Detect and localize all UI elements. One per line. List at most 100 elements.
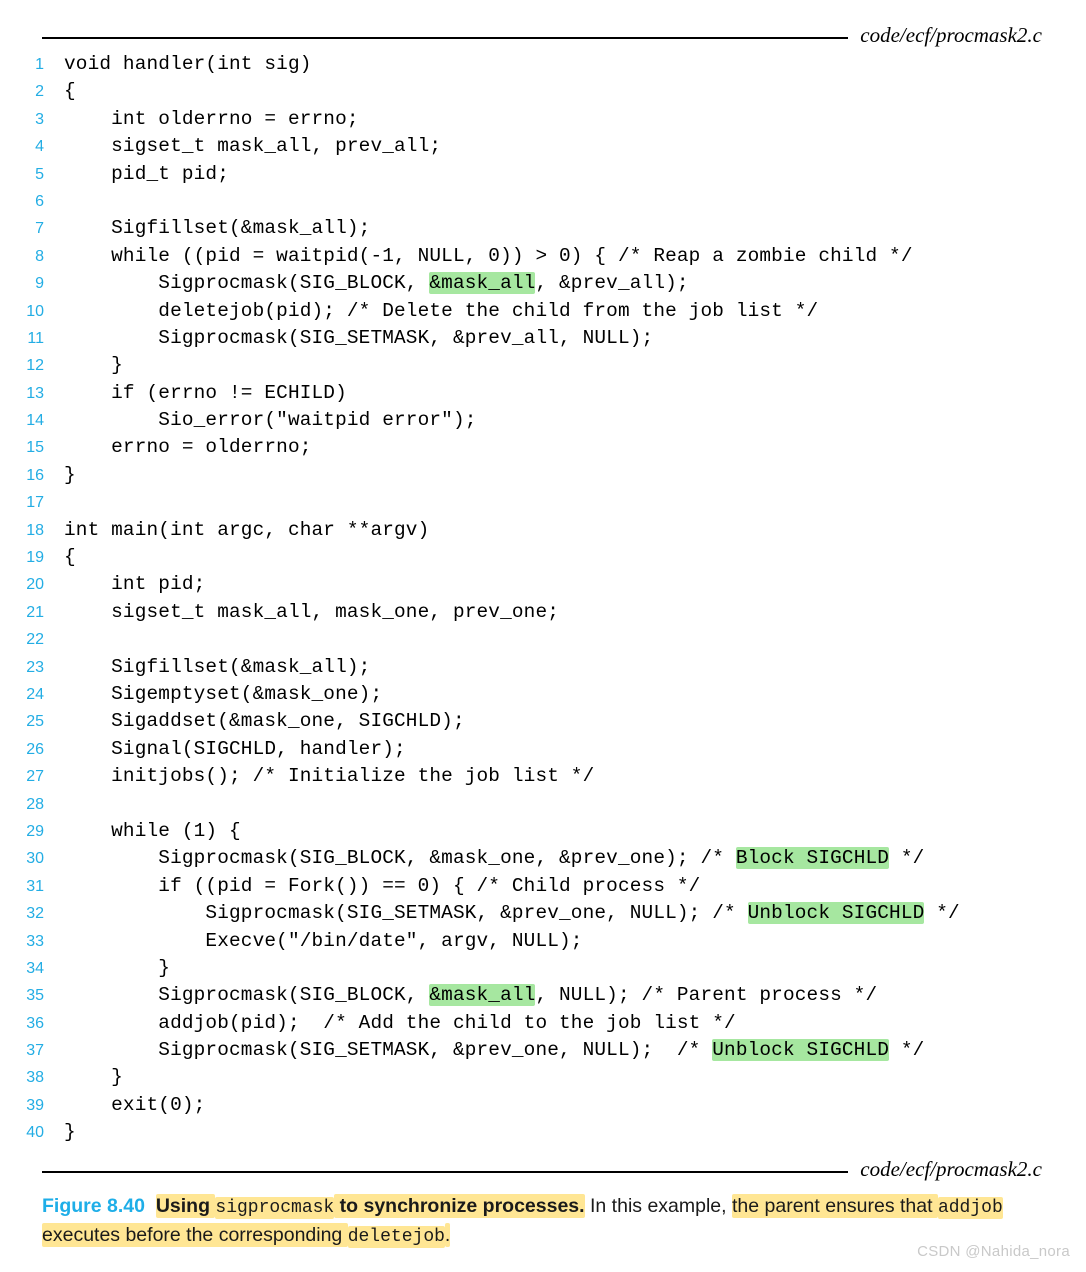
code-line-number: 30	[26, 850, 44, 868]
code-text: }	[64, 354, 123, 377]
code-line: 9 Sigprocmask(SIG_BLOCK, &mask_all, &pre…	[0, 270, 1086, 297]
code-text: }	[64, 956, 171, 979]
code-listing: 1 void handler(int sig) 2 {3 int olderrno =…	[0, 51, 1086, 1147]
code-line: 13 if (errno != ECHILD)	[0, 380, 1086, 407]
code-line: 12 }	[0, 352, 1086, 379]
code-line: 1 void handler(int sig)	[0, 51, 1086, 78]
code-line-number: 9	[35, 275, 44, 293]
code-line: 16}	[0, 462, 1086, 489]
code-text: Sigprocmask(SIG_BLOCK,	[64, 984, 430, 1007]
code-text: while (1) {	[64, 819, 241, 842]
code-line-number: 29	[26, 822, 44, 840]
code-text: if ((pid = Fork()) == 0) { /* Child proc…	[64, 874, 701, 897]
code-line-text: }	[64, 462, 1086, 489]
code-line-text: }	[64, 1119, 1086, 1146]
code-line-number: 19	[26, 549, 44, 567]
code-line-text: exit(0);	[64, 1092, 1086, 1119]
code-line-number: 15	[26, 439, 44, 457]
caption-highlight: the parent ensures that	[731, 1194, 938, 1218]
code-line: 17	[0, 489, 1086, 516]
caption-highlight: .	[444, 1223, 451, 1247]
caption-highlight: Using	[155, 1194, 216, 1218]
code-line: 39 exit(0);	[0, 1092, 1086, 1119]
horizontal-rule-top	[42, 36, 849, 39]
source-file-label-bottom: code/ecf/procmask2.c	[860, 1157, 1042, 1181]
code-text: while ((pid = waitpid(-1, NULL, 0)) > 0)…	[64, 244, 913, 267]
caption-body: Using sigprocmask to synchronize process…	[42, 1194, 1003, 1248]
code-line: 36 addjob(pid); /* Add the child to the …	[0, 1010, 1086, 1037]
caption-highlight: to synchronize processes.	[334, 1194, 585, 1218]
code-text: {	[64, 80, 76, 103]
code-text: Sigaddset(&mask_one, SIGCHLD);	[64, 710, 465, 733]
code-line-number: 18	[26, 521, 44, 539]
code-line: 26 Signal(SIGCHLD, handler);	[0, 736, 1086, 763]
code-line: 30 Sigprocmask(SIG_BLOCK, &mask_one, &pr…	[0, 845, 1086, 872]
code-text: sigset_t mask_all, mask_one, prev_one;	[64, 600, 560, 623]
code-text: {	[64, 546, 76, 569]
caption-highlight: sigprocmask	[215, 1197, 335, 1219]
code-line-number: 40	[26, 1124, 44, 1142]
code-line-number: 39	[26, 1096, 44, 1114]
code-line-text: deletejob(pid); /* Delete the child from…	[64, 298, 1086, 325]
code-line-text: }	[64, 955, 1086, 982]
code-line-number: 14	[26, 412, 44, 430]
code-text: Sigfillset(&mask_all);	[64, 655, 371, 678]
code-line: 31 if ((pid = Fork()) == 0) { /* Child p…	[0, 873, 1086, 900]
code-line: 7 Sigfillset(&mask_all);	[0, 215, 1086, 242]
code-text: Signal(SIGCHLD, handler);	[64, 737, 406, 760]
code-line-text: sigset_t mask_all, mask_one, prev_one;	[64, 599, 1086, 626]
code-highlight: Block SIGCHLD	[735, 847, 890, 870]
code-line: 21 sigset_t mask_all, mask_one, prev_one…	[0, 599, 1086, 626]
code-text: */	[924, 902, 960, 925]
code-text: errno = olderrno;	[64, 436, 312, 459]
code-line-number: 8	[35, 247, 44, 265]
code-line-number: 33	[26, 932, 44, 950]
code-text: Sigprocmask(SIG_BLOCK, &mask_one, &prev_…	[64, 847, 736, 870]
figure-number: Figure 8.40	[42, 1195, 145, 1217]
code-line: 6	[0, 188, 1086, 215]
code-text: Sio_error("waitpid error");	[64, 409, 477, 432]
code-line: 3 int olderrno = errno;	[0, 106, 1086, 133]
code-line: 10 deletejob(pid); /* Delete the child f…	[0, 298, 1086, 325]
code-line: 34 }	[0, 955, 1086, 982]
code-line-number: 3	[35, 110, 44, 128]
code-highlight: Unblock SIGCHLD	[747, 902, 925, 925]
horizontal-rule-bottom	[42, 1170, 849, 1173]
code-line: 32 Sigprocmask(SIG_SETMASK, &prev_one, N…	[0, 900, 1086, 927]
code-line-text: {	[64, 544, 1086, 571]
code-line-text: Sigprocmask(SIG_BLOCK, &mask_one, &prev_…	[64, 845, 1086, 872]
code-line: 14 Sio_error("waitpid error");	[0, 407, 1086, 434]
code-line: 18 int main(int argc, char **argv)	[0, 517, 1086, 544]
code-line-number: 17	[26, 494, 44, 512]
code-line-text: Sio_error("waitpid error");	[64, 407, 1086, 434]
code-line-text: {	[64, 78, 1086, 105]
code-line-number: 26	[26, 740, 44, 758]
code-line-text: errno = olderrno;	[64, 434, 1086, 461]
code-line-number: 32	[26, 905, 44, 923]
code-line-text: }	[64, 1064, 1086, 1091]
code-line-text: Sigfillset(&mask_all);	[64, 215, 1086, 242]
code-line: 27 initjobs(); /* Initialize the job lis…	[0, 763, 1086, 790]
code-line: 38 }	[0, 1064, 1086, 1091]
code-text: int pid;	[64, 573, 206, 596]
code-text: int main(int argc, char **argv)	[64, 518, 430, 541]
caption-text: In this example,	[584, 1195, 732, 1217]
code-line-text: int olderrno = errno;	[64, 106, 1086, 133]
code-line-number: 37	[26, 1042, 44, 1060]
code-line-number: 2	[35, 83, 44, 101]
code-line-number: 28	[26, 795, 44, 813]
code-line-number: 1	[35, 56, 44, 73]
code-line-text: sigset_t mask_all, prev_all;	[64, 133, 1086, 160]
code-line-number: 13	[26, 384, 44, 402]
code-line: 22	[0, 626, 1086, 653]
code-line-number: 4	[35, 138, 44, 156]
code-text: Sigemptyset(&mask_one);	[64, 682, 383, 705]
code-text: if (errno != ECHILD)	[64, 381, 347, 404]
code-line: 20 int pid;	[0, 571, 1086, 598]
code-line-text: Sigprocmask(SIG_SETMASK, &prev_one, NULL…	[64, 1037, 1086, 1064]
code-line-text: Execve("/bin/date", argv, NULL);	[64, 928, 1086, 955]
code-line-text: initjobs(); /* Initialize the job list *…	[64, 763, 1086, 790]
code-line: 29 while (1) {	[0, 818, 1086, 845]
code-line-text: void handler(int sig)	[64, 51, 1086, 78]
code-line-text: Sigemptyset(&mask_one);	[64, 681, 1086, 708]
